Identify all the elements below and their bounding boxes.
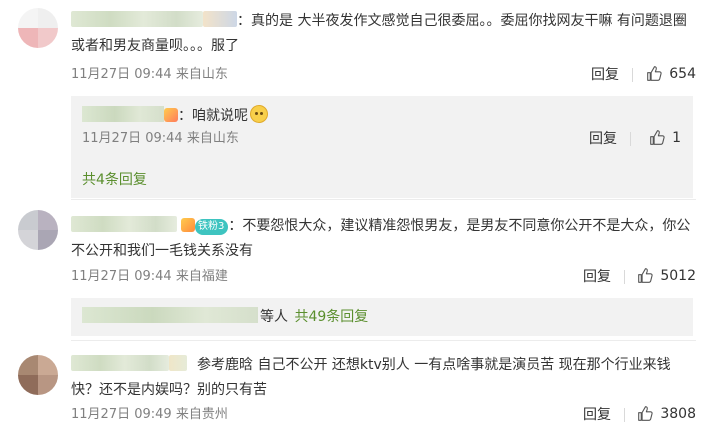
reply-summary-text: 等人 (260, 309, 288, 325)
avatar[interactable] (18, 8, 58, 48)
sub-reply-meta: 11月27日 09:44 来自山东 回复 1 (82, 129, 681, 149)
comment-meta: 11月27日 09:49 来自贵州 回复 3808 (71, 405, 696, 425)
reply-button[interactable]: 回复 (591, 65, 619, 85)
like-button[interactable]: 654 (646, 65, 696, 82)
sub-reply-text: ：咱就说呢 (178, 108, 248, 124)
reply-summary-usernames[interactable] (82, 307, 258, 323)
username[interactable] (71, 355, 169, 371)
reply-button[interactable]: 回复 (583, 267, 611, 287)
divider (624, 270, 625, 284)
reply-summary-box: 等人 共49条回复 (71, 298, 693, 336)
username-blur-tail[interactable] (169, 355, 187, 371)
comment-body: ：真的是 大半夜发作文感觉自己很委屈。。委屈你找网友干嘛 有问题退圈或者和男友商… (71, 9, 696, 59)
more-replies-link[interactable]: 共4条回复 (82, 172, 147, 188)
thumbs-up-icon (647, 66, 662, 81)
more-replies-link[interactable]: 共49条回复 (294, 309, 368, 325)
divider (632, 68, 633, 82)
reply-button[interactable]: 回复 (583, 405, 611, 425)
sub-like-button[interactable]: 1 (649, 129, 681, 146)
sub-reply-button[interactable]: 回复 (589, 129, 617, 149)
username-blur-tail[interactable] (203, 11, 237, 27)
avatar[interactable] (18, 355, 58, 395)
comment-1: ：真的是 大半夜发作文感觉自己很委屈。。委屈你找网友干嘛 有问题退圈或者和男友商… (0, 0, 718, 200)
divider (624, 408, 625, 422)
comment-time: 11月27日 09:49 来自贵州 (71, 407, 228, 422)
comment-3: 参考鹿晗 自己不公开 还想ktv别人 一有点啥事就是演员苦 现在那个行业来钱快？… (0, 341, 718, 440)
thumbs-up-icon (638, 268, 654, 283)
like-count: 654 (669, 65, 696, 82)
avatar[interactable] (18, 210, 58, 250)
sub-reply-body: ：咱就说呢 (82, 105, 268, 127)
smile-emoji-icon (250, 105, 268, 123)
vip-badge-icon (164, 108, 178, 122)
sub-reply-time: 11月27日 09:44 来自山东 (82, 131, 239, 146)
comment-meta: 11月27日 09:44 来自福建 回复 5012 (71, 267, 696, 287)
like-count: 5012 (660, 267, 696, 284)
vip-badge-icon (181, 218, 195, 232)
comment-body: 参考鹿晗 自己不公开 还想ktv别人 一有点啥事就是演员苦 现在那个行业来钱快？… (71, 353, 696, 403)
comment-meta: 11月27日 09:44 来自山东 回复 654 (71, 65, 696, 85)
like-button[interactable]: 3808 (637, 405, 696, 422)
like-count: 3808 (660, 405, 696, 422)
fan-badge: 铁粉3 (195, 219, 229, 235)
username[interactable] (71, 216, 177, 232)
comment-time: 11月27日 09:44 来自山东 (71, 67, 228, 82)
like-count: 1 (672, 129, 681, 146)
divider (630, 132, 631, 146)
reply-box: ：咱就说呢 11月27日 09:44 来自山东 回复 1 共4条回复 (71, 96, 693, 198)
comment-body: 铁粉3 ：不要怨恨大众，建议精准怨恨男友，是男友不同意你公开不是大众，你公不公开和… (71, 214, 696, 264)
like-button[interactable]: 5012 (637, 267, 696, 284)
sub-reply-username[interactable] (82, 106, 164, 122)
username[interactable] (71, 11, 203, 27)
thumbs-up-icon (650, 130, 665, 145)
comment-time: 11月27日 09:44 来自福建 (71, 269, 228, 284)
thumbs-up-icon (638, 406, 654, 421)
comment-2: 铁粉3 ：不要怨恨大众，建议精准怨恨男友，是男友不同意你公开不是大众，你公不公开和… (0, 200, 718, 340)
